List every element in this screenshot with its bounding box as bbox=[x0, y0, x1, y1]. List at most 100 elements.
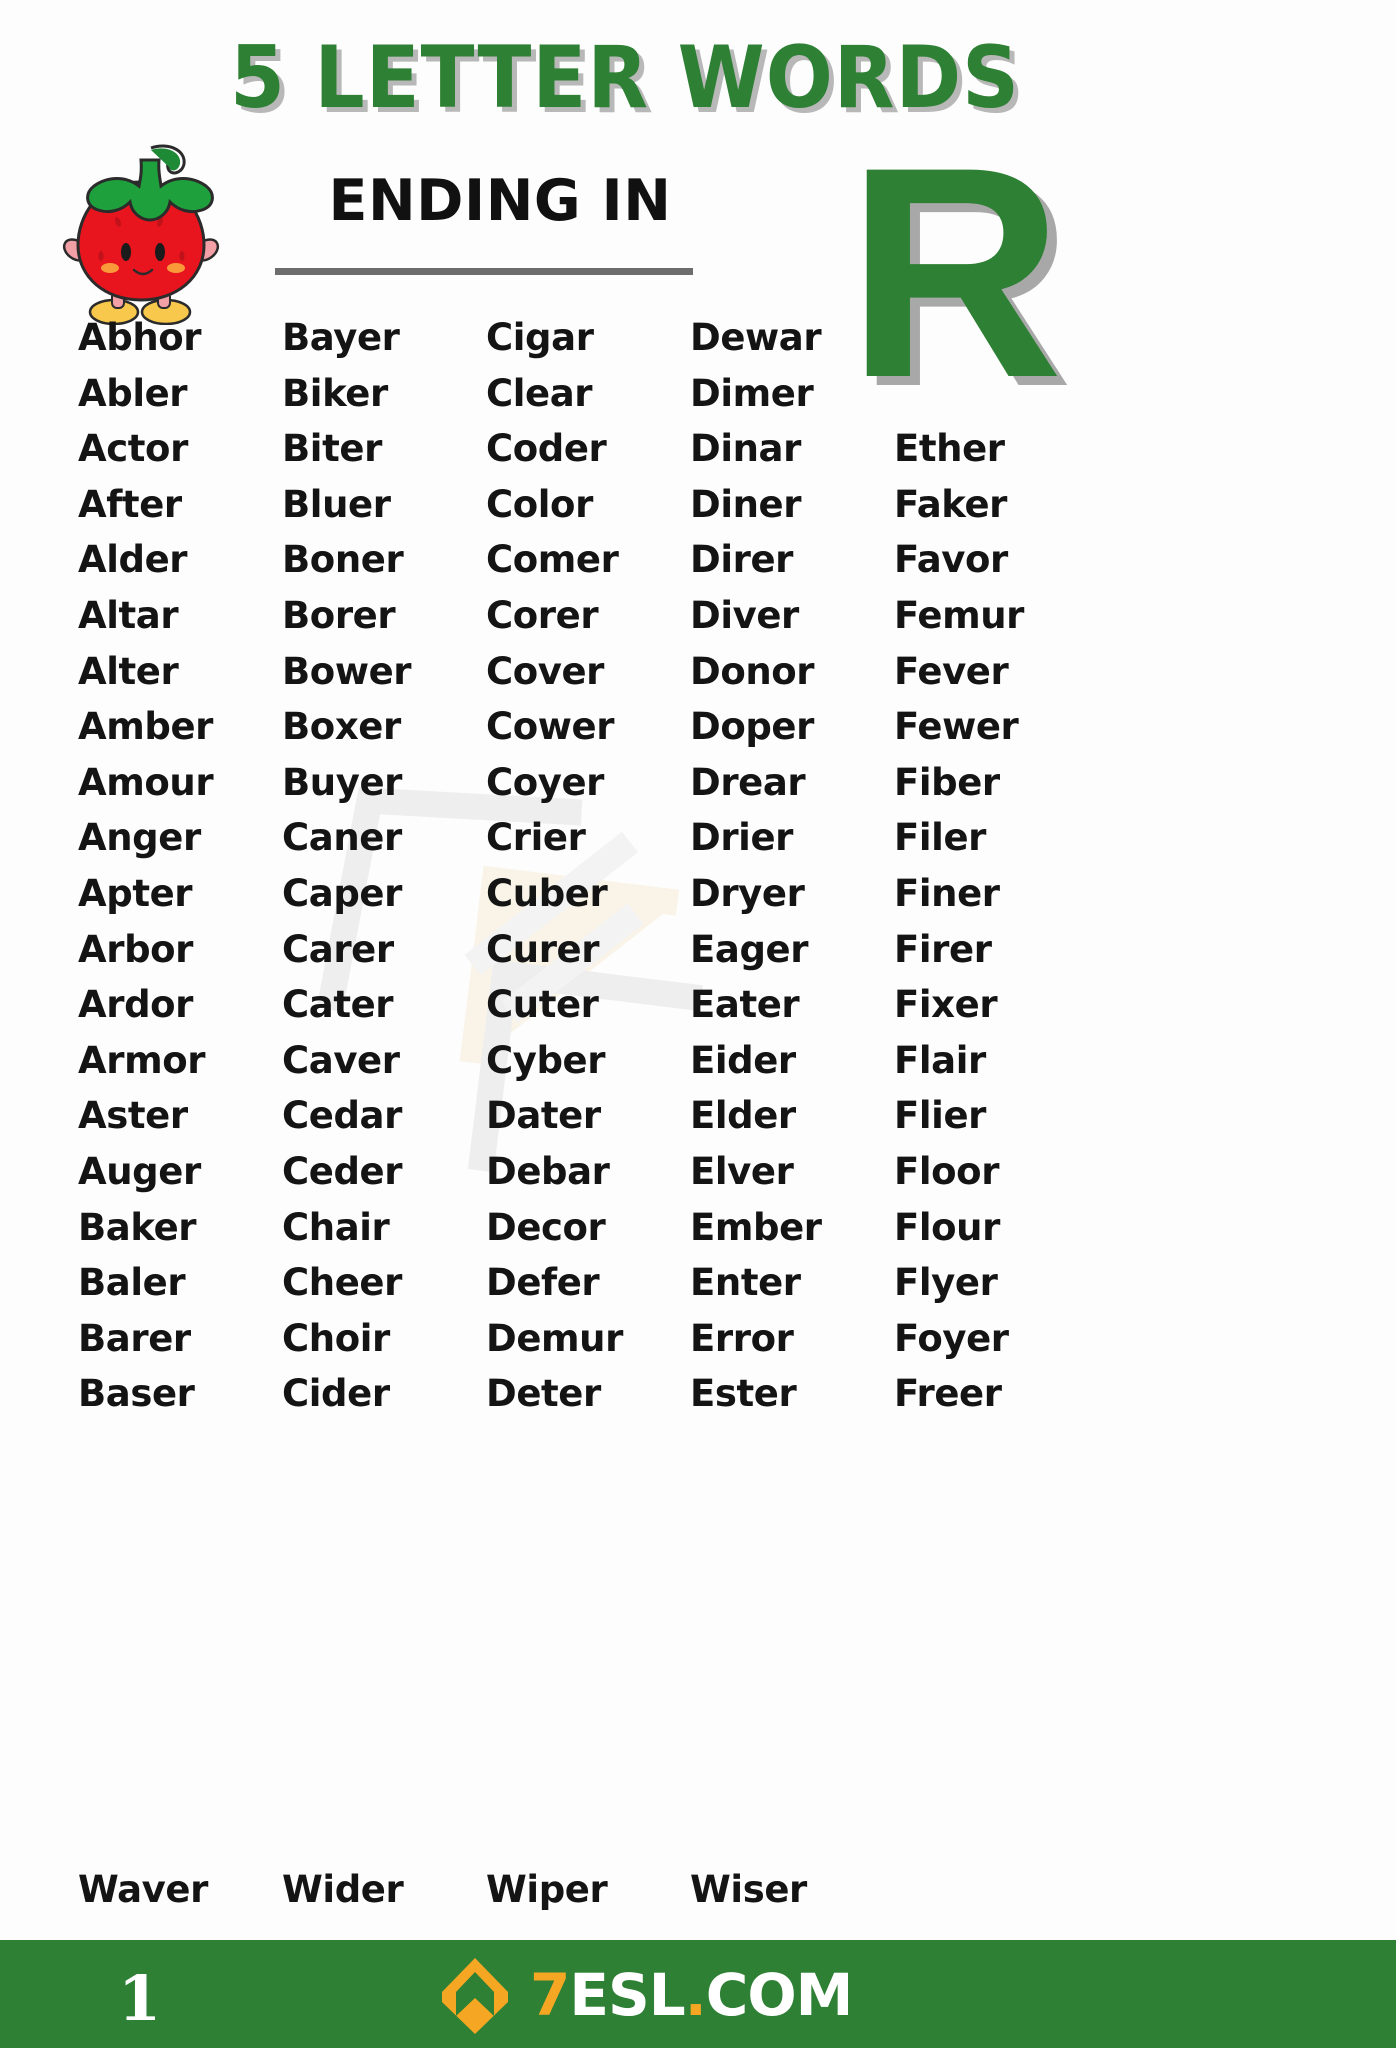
word-item: Dewar bbox=[690, 316, 822, 359]
word-column-2-last: Wider bbox=[282, 1862, 486, 1918]
word-item: Cedar bbox=[282, 1094, 402, 1138]
word-item: Eater bbox=[690, 983, 800, 1027]
word-item: Fixer bbox=[894, 983, 998, 1027]
strawberry-mascot-icon bbox=[62, 144, 220, 325]
word-item: Aster bbox=[78, 1094, 188, 1138]
word-item: Diver bbox=[690, 593, 799, 637]
word-item: Boxer bbox=[282, 705, 401, 749]
word-item: Dinar bbox=[690, 427, 801, 471]
page-number: 1 bbox=[118, 1962, 162, 2035]
word-item: Cover bbox=[486, 649, 605, 693]
word-item: Defer bbox=[486, 1261, 600, 1305]
word-item: Dater bbox=[486, 1094, 601, 1138]
word-item: Cyber bbox=[486, 1038, 606, 1082]
word-item: Apter bbox=[78, 871, 193, 915]
word-item bbox=[894, 310, 1098, 366]
word-item: Cheer bbox=[282, 1261, 402, 1305]
footer-bar: 1 7ESL.COM bbox=[0, 1940, 1396, 2048]
word-item: Fever bbox=[894, 649, 1009, 693]
word-item: Armor bbox=[78, 1038, 206, 1082]
word-item: Bower bbox=[282, 649, 412, 693]
word-item: Ester bbox=[690, 1372, 797, 1416]
word-item: Floor bbox=[894, 1149, 1000, 1193]
word-item: Comer bbox=[486, 538, 619, 582]
7esl-diamond-logo-icon bbox=[442, 1958, 508, 2034]
word-item: Alter bbox=[78, 649, 179, 693]
word-item: Carer bbox=[282, 927, 394, 971]
word-column-3-last: Wiper bbox=[486, 1862, 690, 1918]
word-item: Baser bbox=[78, 1372, 195, 1416]
word-item: Firer bbox=[894, 927, 992, 971]
word-item: Abhor bbox=[78, 316, 202, 359]
word-item: After bbox=[78, 482, 182, 526]
word-item: Elver bbox=[690, 1149, 794, 1193]
word-item: Color bbox=[486, 482, 593, 526]
word-item: Curer bbox=[486, 927, 600, 971]
word-column-5: Ether Faker Favor Femur Fever Fewer Fibe… bbox=[894, 310, 1098, 1422]
brand-logo-text: 7ESL.COM bbox=[530, 1954, 853, 2036]
word-item: Cider bbox=[282, 1372, 390, 1416]
word-item: Doper bbox=[690, 705, 814, 749]
word-item: Eager bbox=[690, 927, 809, 971]
poster-page: 5 LETTER WORDS ENDING IN R Abhor Abler A… bbox=[0, 0, 1396, 2048]
word-column-1-last: Waver bbox=[78, 1862, 282, 1918]
word-item: Anger bbox=[78, 816, 201, 860]
word-column-5-last bbox=[894, 1862, 1098, 1918]
word-item: Demur bbox=[486, 1316, 623, 1360]
word-item: Direr bbox=[690, 538, 793, 582]
word-item: Arbor bbox=[78, 927, 194, 971]
title-divider bbox=[275, 268, 693, 275]
word-item: Ether bbox=[894, 427, 1005, 471]
word-item: Favor bbox=[894, 538, 1008, 582]
word-item: Deter bbox=[486, 1372, 601, 1416]
word-item: Buyer bbox=[282, 760, 403, 804]
word-column-4-last: Wiser bbox=[690, 1862, 894, 1918]
word-item: Fewer bbox=[894, 705, 1019, 749]
word-item: Corer bbox=[486, 593, 599, 637]
word-item: Dimer bbox=[690, 371, 814, 415]
page-title: 5 LETTER WORDS bbox=[229, 28, 1021, 128]
word-item: Caver bbox=[282, 1038, 400, 1082]
word-item: Crier bbox=[486, 816, 586, 860]
brand-esl: ESL bbox=[569, 1961, 685, 2029]
word-item: Debar bbox=[486, 1149, 610, 1193]
word-item: Auger bbox=[78, 1149, 201, 1193]
word-item: Baler bbox=[78, 1261, 186, 1305]
word-column-2: Bayer Biker Biter Bluer Boner Borer Bowe… bbox=[282, 310, 486, 1422]
brand-logo[interactable]: 7ESL.COM bbox=[430, 1954, 853, 2036]
word-item: Dryer bbox=[690, 871, 805, 915]
word-item: Caner bbox=[282, 816, 402, 860]
word-column-3: Cigar Clear Coder Color Comer Corer Cove… bbox=[486, 310, 690, 1422]
word-item: Flyer bbox=[894, 1261, 998, 1305]
word-item: Caper bbox=[282, 871, 402, 915]
word-item: Amour bbox=[78, 760, 214, 804]
word-item: Waver bbox=[78, 1868, 208, 1911]
word-grid-last-row: Waver Wider Wiper Wiser bbox=[0, 1862, 1396, 1918]
word-item: Actor bbox=[78, 427, 188, 471]
word-item: Donor bbox=[690, 649, 815, 693]
word-item: Ceder bbox=[282, 1149, 403, 1193]
word-item: Elder bbox=[690, 1094, 796, 1138]
word-item: Clear bbox=[486, 371, 593, 415]
subtitle-ending-in: ENDING IN bbox=[328, 168, 672, 234]
brand-seven: 7 bbox=[530, 1961, 570, 2029]
word-item: Wiser bbox=[690, 1868, 807, 1911]
word-item: Flier bbox=[894, 1094, 986, 1138]
word-item: Borer bbox=[282, 593, 396, 637]
word-item: Filer bbox=[894, 816, 986, 860]
word-item: Freer bbox=[894, 1372, 1002, 1416]
word-item: Flair bbox=[894, 1038, 986, 1082]
word-item: Enter bbox=[690, 1261, 801, 1305]
word-item: Wider bbox=[282, 1868, 404, 1911]
word-item: Baker bbox=[78, 1205, 197, 1249]
word-column-4: Dewar Dimer Dinar Diner Direr Diver Dono… bbox=[690, 310, 894, 1422]
word-item bbox=[894, 1862, 1098, 1918]
word-item: Barer bbox=[78, 1316, 191, 1360]
word-item: Abler bbox=[78, 371, 188, 415]
word-item: Finer bbox=[894, 871, 1000, 915]
word-item: Altar bbox=[78, 593, 179, 637]
word-item: Faker bbox=[894, 482, 1008, 526]
word-item: Foyer bbox=[894, 1316, 1009, 1360]
word-item: Bayer bbox=[282, 316, 400, 359]
word-item: Flour bbox=[894, 1205, 1000, 1249]
